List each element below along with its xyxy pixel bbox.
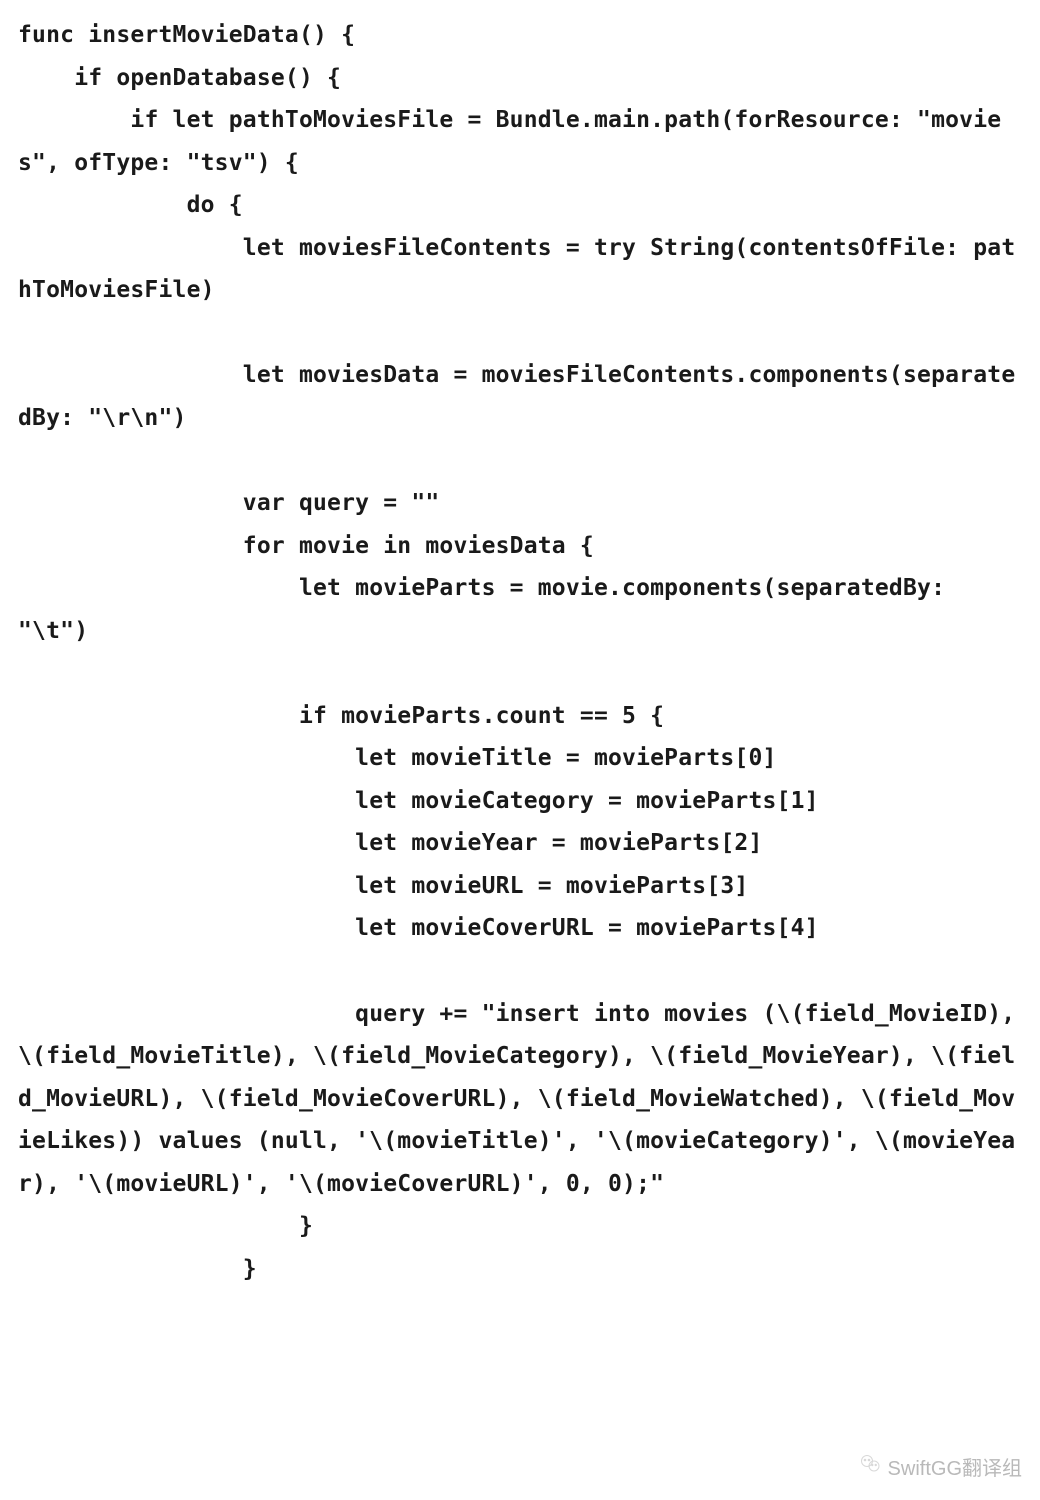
- code-block: func insertMovieData() { if openDatabase…: [0, 0, 1040, 1304]
- watermark-label: SwiftGG翻译组: [888, 1451, 1022, 1488]
- wechat-icon: [858, 1451, 882, 1488]
- watermark: SwiftGG翻译组: [858, 1451, 1022, 1488]
